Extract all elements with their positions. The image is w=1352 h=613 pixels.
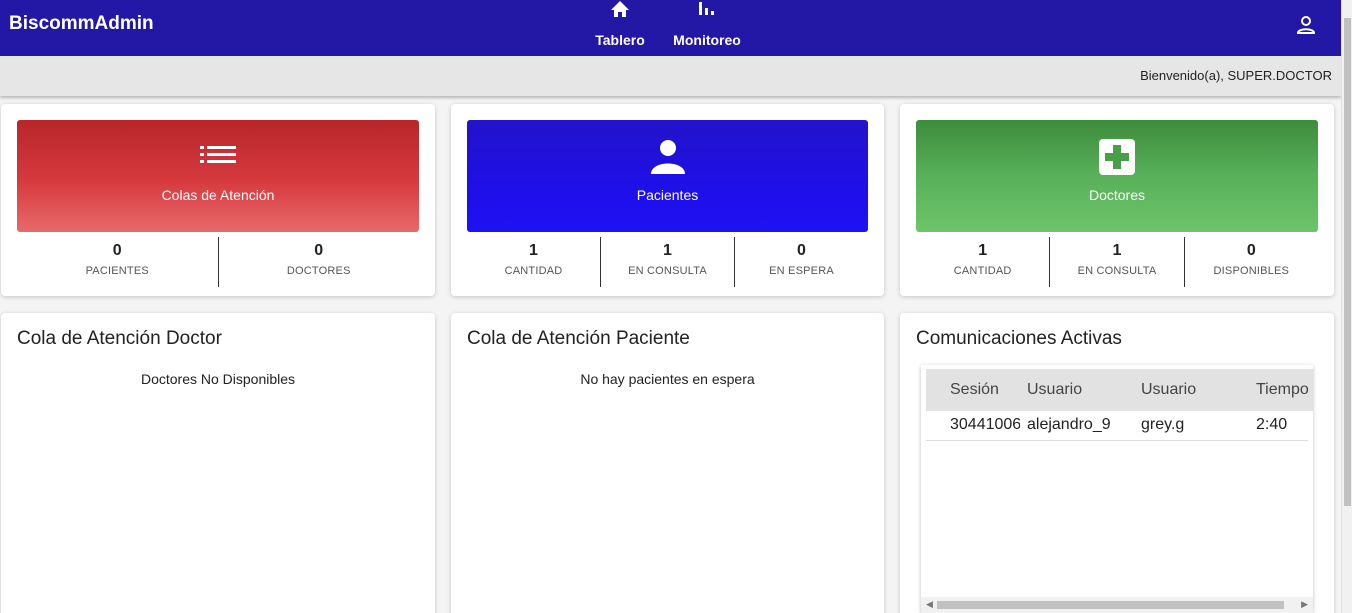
patient-queue-empty: No hay pacientes en espera [580,371,755,387]
doctores-banner[interactable]: Doctores [916,120,1318,232]
doctores-title: Doctores [1088,187,1146,203]
table-cell: 2:40 [1256,416,1288,433]
stat-label: PACIENTES [85,265,149,277]
app-bar: BiscommAdmin Tablero Monitoreo [0,0,1341,56]
stat-value: 0 [112,242,122,259]
stat-en-consulta: 1 EN CONSULTA [1049,237,1183,287]
stat-en-consulta: 1 EN CONSULTA [600,237,734,287]
stat-value: 1 [1112,242,1122,259]
stat-label: EN ESPERA [769,265,834,277]
patient-queue-card: Cola de Atención Paciente No hay pacient… [451,313,884,613]
doctores-stats: 1 CANTIDAD 1 EN CONSULTA 0 DISPONIBLES [916,237,1318,287]
doctor-queue-card: Cola de Atención Doctor Doctores No Disp… [1,313,435,613]
nav-tablero[interactable]: Tablero [594,0,646,48]
list-icon [17,138,419,176]
welcome-text: Bienvenido(a), SUPER.DOCTOR [1140,68,1332,83]
table-cell: grey.g [1141,416,1185,433]
colas-atencion-card: Colas de Atención 0 PACIENTES 0 DOCTORES [1,104,435,296]
stat-value: 0 [797,242,806,259]
pacientes-title: Pacientes [636,187,699,203]
active-communications-card: Comunicaciones Activas Sesión Usuario Us… [900,313,1334,613]
scroll-left-icon[interactable]: ◀ [926,599,933,610]
table-cell: 30441006 [950,416,1020,433]
column-header[interactable]: Usuario [1141,381,1241,399]
colas-atencion-stats: 0 PACIENTES 0 DOCTORES [17,237,419,287]
stat-pacientes: 0 PACIENTES [17,237,218,287]
person-icon [467,138,868,176]
page-scrollbar[interactable] [1341,0,1352,613]
stat-value: 1 [529,242,538,259]
stat-value: 1 [978,242,988,259]
doctores-card: Doctores 1 CANTIDAD 1 EN CONSULTA 0 DISP… [900,104,1334,296]
stat-label: EN CONSULTA [628,265,707,277]
column-header[interactable]: Sesión [950,381,1020,399]
stat-doctores: 0 DOCTORES [217,237,420,287]
table-cell: alejandro_9 [1027,416,1111,433]
bar-chart-icon [673,0,741,22]
account-icon[interactable] [1295,14,1317,41]
table-header: Sesión Usuario Usuario Tiempo [926,369,1313,411]
stat-label: DOCTORES [286,265,351,277]
table-horizontal-scrollbar[interactable]: ◀ ▶ [921,597,1313,613]
welcome-bar: Bienvenido(a), SUPER.DOCTOR [0,56,1341,96]
table-row[interactable]: 30441006 alejandro_9 grey.g 2:40 [926,411,1308,441]
home-icon [594,0,646,22]
stat-value: 0 [314,242,324,259]
column-header[interactable]: Tiempo [1256,381,1313,399]
active-communications-title: Comunicaciones Activas [916,328,1122,349]
pacientes-banner[interactable]: Pacientes [467,120,868,232]
doctor-queue-title: Cola de Atención Doctor [17,328,222,349]
stat-value: 1 [663,242,672,259]
nav-tablero-label: Tablero [595,32,645,48]
nav-monitoreo-label: Monitoreo [673,32,741,48]
stat-label: EN CONSULTA [1077,265,1157,277]
colas-atencion-banner[interactable]: Colas de Atención [17,120,419,232]
nav-monitoreo[interactable]: Monitoreo [673,0,741,48]
communications-table: Sesión Usuario Usuario Tiempo 30441006 a… [921,365,1313,613]
scrollbar-thumb[interactable] [1344,18,1351,506]
pacientes-stats: 1 CANTIDAD 1 EN CONSULTA 0 EN ESPERA [467,237,868,287]
stat-en-espera: 0 EN ESPERA [734,237,868,287]
doctor-queue-empty: Doctores No Disponibles [140,371,296,387]
pacientes-card: Pacientes 1 CANTIDAD 1 EN CONSULTA 0 EN … [451,104,884,296]
patient-queue-title: Cola de Atención Paciente [467,328,690,349]
scrollbar-thumb[interactable] [937,601,1284,609]
stat-label: DISPONIBLES [1213,265,1290,277]
medical-cross-icon [916,138,1318,176]
stat-cantidad: 1 CANTIDAD [916,237,1049,287]
app-title[interactable]: BiscommAdmin [9,13,154,35]
stat-label: CANTIDAD [953,265,1012,277]
scroll-right-icon[interactable]: ▶ [1301,599,1308,610]
stat-label: CANTIDAD [504,265,563,277]
colas-atencion-title: Colas de Atención [161,187,275,203]
stat-disponibles: 0 DISPONIBLES [1183,237,1318,287]
stat-value: 0 [1246,242,1256,259]
stat-cantidad: 1 CANTIDAD [467,237,600,287]
column-header[interactable]: Usuario [1027,381,1127,399]
